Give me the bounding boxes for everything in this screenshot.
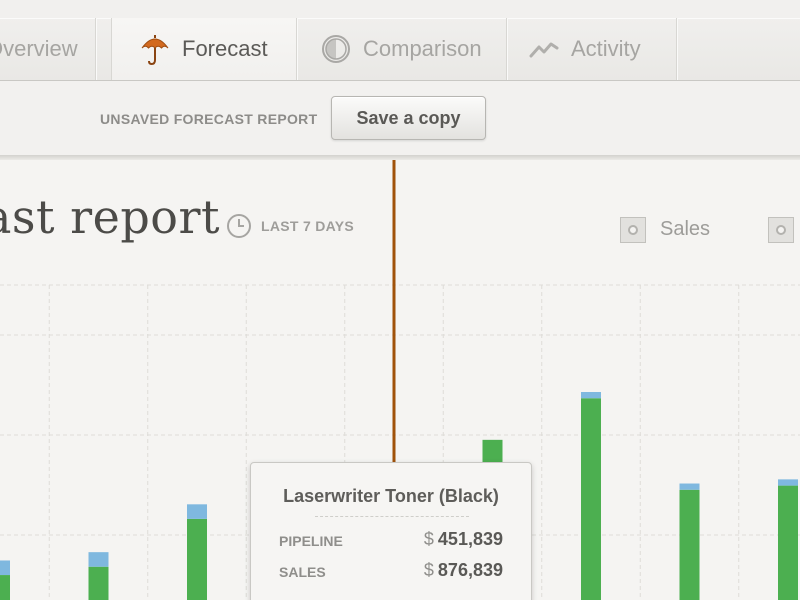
tab-overview[interactable]: Overview <box>0 18 96 80</box>
tab-forecast-label: Forecast <box>182 36 268 61</box>
bar-pipeline <box>679 483 700 490</box>
tooltip-value-pipeline: $451,839 <box>424 529 503 550</box>
bar-sales <box>679 489 700 600</box>
clock-icon <box>226 213 252 244</box>
tooltip-key-pipeline: PIPELINE <box>279 533 343 549</box>
tab-comparison-label: Comparison <box>363 36 482 61</box>
legend-label-sales: Sales <box>660 218 711 240</box>
tab-overview-label: Overview <box>0 36 78 61</box>
page-title: ast report <box>0 190 220 244</box>
tooltip-amount-sales: 876,839 <box>437 560 503 580</box>
tooltip-value-sales: $876,839 <box>424 560 503 581</box>
currency-symbol: $ <box>423 529 434 549</box>
bar-sales <box>778 485 798 600</box>
bar-pipeline <box>778 479 798 486</box>
bar-pipeline <box>0 560 10 576</box>
bar-pipeline <box>187 504 207 519</box>
bar-sales <box>0 575 10 600</box>
umbrella-icon <box>140 32 170 66</box>
top-strip <box>0 0 800 19</box>
half-circle-icon <box>321 34 351 64</box>
legend-toggle-pipeline[interactable] <box>768 217 794 243</box>
tooltip-title: Laserwriter Toner (Black) <box>283 486 499 506</box>
save-copy-button[interactable]: Save a copy <box>331 96 486 140</box>
radio-dot-icon <box>776 225 786 235</box>
bar-pipeline <box>88 552 109 567</box>
tab-activity[interactable]: Activity <box>507 18 677 80</box>
activity-graph-icon <box>529 39 559 59</box>
tooltip-row-pipeline: PIPELINE $451,839 <box>279 529 503 553</box>
tab-bar: Overview Forecast Comparison <box>0 18 800 81</box>
tooltip-arrow <box>380 592 405 600</box>
legend-toggle-sales[interactable] <box>620 217 646 243</box>
tooltip-key-sales: SALES <box>279 564 326 580</box>
data-tooltip: Laserwriter Toner (Black) PIPELINE $451,… <box>250 462 532 600</box>
tooltip-row-sales: SALES $876,839 <box>279 560 503 584</box>
unsaved-status-label: UNSAVED FORECAST REPORT <box>100 111 318 127</box>
tooltip-amount-pipeline: 451,839 <box>437 529 503 549</box>
bar-sales <box>581 398 601 600</box>
radio-dot-icon <box>628 225 638 235</box>
report-toolbar: UNSAVED FORECAST REPORT Save a copy <box>0 81 800 156</box>
tab-activity-label: Activity <box>571 36 641 61</box>
tab-comparison[interactable]: Comparison <box>297 18 507 80</box>
report-content: ast report LAST 7 DAYS Sales Laserwriter… <box>0 160 800 600</box>
app-window: Overview Forecast Comparison <box>0 0 800 600</box>
currency-symbol: $ <box>423 560 434 580</box>
tooltip-divider <box>315 516 469 517</box>
bar-sales <box>88 566 109 600</box>
bar-sales <box>187 518 207 600</box>
tab-forecast[interactable]: Forecast <box>111 18 297 80</box>
bar-pipeline <box>581 392 601 399</box>
date-range-label[interactable]: LAST 7 DAYS <box>261 218 354 234</box>
